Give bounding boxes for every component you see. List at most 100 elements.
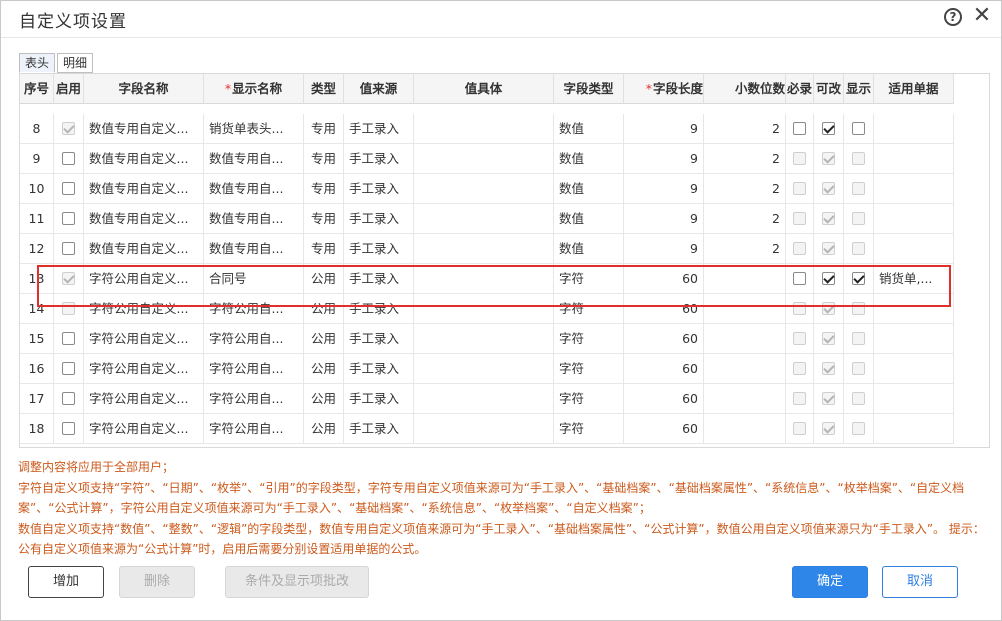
value-source-cell[interactable]: 手工录入 — [344, 204, 414, 234]
field-type-cell[interactable]: 字符 — [554, 264, 624, 294]
field-name-cell[interactable]: 数值专用自定义... — [84, 114, 204, 144]
field-type-cell[interactable]: 数值 — [554, 144, 624, 174]
value-detail-cell[interactable] — [414, 174, 554, 204]
display-name-cell[interactable]: 字符公用自... — [204, 384, 304, 414]
display-name-cell[interactable]: 数值专用自... — [204, 204, 304, 234]
applicable-docs-cell[interactable] — [874, 324, 954, 354]
field-type-cell[interactable]: 字符 — [554, 294, 624, 324]
field-name-cell[interactable]: 字符公用自定义... — [84, 264, 204, 294]
help-icon[interactable]: ? — [944, 8, 962, 26]
value-detail-cell[interactable] — [414, 144, 554, 174]
applicable-docs-cell[interactable] — [874, 174, 954, 204]
table-row[interactable]: 9 数值专用自定义... 数值专用自... 专用 手工录入 数值 9 2 — [20, 144, 954, 174]
required-checkbox[interactable] — [793, 272, 806, 285]
editable-checkbox[interactable] — [822, 122, 835, 135]
value-source-cell[interactable]: 手工录入 — [344, 324, 414, 354]
decimal-places-cell[interactable]: 2 — [704, 174, 786, 204]
decimal-places-cell[interactable] — [704, 354, 786, 384]
table-row[interactable]: 12 数值专用自定义... 数值专用自... 专用 手工录入 数值 9 2 — [20, 234, 954, 264]
enabled-checkbox[interactable] — [62, 152, 75, 165]
enabled-checkbox[interactable] — [62, 332, 75, 345]
field-name-cell[interactable]: 字符公用自定义... — [84, 324, 204, 354]
table-row[interactable]: 11 数值专用自定义... 数值专用自... 专用 手工录入 数值 9 2 — [20, 204, 954, 234]
field-type-cell[interactable]: 字符 — [554, 414, 624, 444]
applicable-docs-cell[interactable] — [874, 114, 954, 144]
value-source-cell[interactable]: 手工录入 — [344, 174, 414, 204]
field-name-cell[interactable]: 数值专用自定义... — [84, 174, 204, 204]
applicable-docs-cell[interactable] — [874, 144, 954, 174]
decimal-places-cell[interactable] — [704, 384, 786, 414]
applicable-docs-cell[interactable] — [874, 414, 954, 444]
value-source-cell[interactable]: 手工录入 — [344, 384, 414, 414]
enabled-checkbox[interactable] — [62, 422, 75, 435]
field-type-cell[interactable]: 字符 — [554, 384, 624, 414]
display-name-cell[interactable]: 数值专用自... — [204, 144, 304, 174]
value-source-cell[interactable]: 手工录入 — [344, 264, 414, 294]
field-name-cell[interactable]: 数值专用自定义... — [84, 234, 204, 264]
value-detail-cell[interactable] — [414, 354, 554, 384]
display-name-cell[interactable]: 销货单表头... — [204, 114, 304, 144]
field-length-cell[interactable]: 60 — [624, 324, 704, 354]
decimal-places-cell[interactable] — [704, 414, 786, 444]
ok-button[interactable]: 确定 — [792, 566, 868, 598]
applicable-docs-cell[interactable] — [874, 354, 954, 384]
decimal-places-cell[interactable]: 2 — [704, 144, 786, 174]
applicable-docs-cell[interactable] — [874, 384, 954, 414]
table-row[interactable]: 18 字符公用自定义... 字符公用自... 公用 手工录入 字符 60 — [20, 414, 954, 444]
field-type-cell[interactable]: 字符 — [554, 324, 624, 354]
applicable-docs-cell[interactable]: 销货单,... — [874, 264, 954, 294]
decimal-places-cell[interactable] — [704, 264, 786, 294]
visible-checkbox[interactable] — [852, 272, 865, 285]
table-row[interactable]: 13 字符公用自定义... 合同号 公用 手工录入 字符 60 销货单,... — [20, 264, 954, 294]
batch-edit-button[interactable]: 条件及显示项批改 — [225, 566, 369, 598]
decimal-places-cell[interactable]: 2 — [704, 204, 786, 234]
field-length-cell[interactable]: 9 — [624, 114, 704, 144]
cancel-button[interactable]: 取消 — [882, 566, 958, 598]
value-source-cell[interactable]: 手工录入 — [344, 294, 414, 324]
field-name-cell[interactable]: 字符公用自定义... — [84, 294, 204, 324]
field-name-cell[interactable]: 字符公用自定义... — [84, 354, 204, 384]
table-row[interactable]: 8 数值专用自定义... 销货单表头... 专用 手工录入 数值 9 2 — [20, 114, 954, 144]
table-row[interactable]: 16 字符公用自定义... 字符公用自... 公用 手工录入 字符 60 — [20, 354, 954, 384]
applicable-docs-cell[interactable] — [874, 204, 954, 234]
field-length-cell[interactable]: 60 — [624, 294, 704, 324]
delete-button[interactable]: 删除 — [119, 566, 195, 598]
enabled-checkbox[interactable] — [62, 392, 75, 405]
tab-detail[interactable]: 明细 — [57, 53, 94, 73]
display-name-cell[interactable]: 字符公用自... — [204, 294, 304, 324]
display-name-cell[interactable]: 字符公用自... — [204, 324, 304, 354]
field-length-cell[interactable]: 9 — [624, 144, 704, 174]
value-detail-cell[interactable] — [414, 234, 554, 264]
table-row[interactable]: 10 数值专用自定义... 数值专用自... 专用 手工录入 数值 9 2 — [20, 174, 954, 204]
tab-header[interactable]: 表头 — [19, 53, 56, 73]
decimal-places-cell[interactable]: 2 — [704, 114, 786, 144]
applicable-docs-cell[interactable] — [874, 294, 954, 324]
value-detail-cell[interactable] — [414, 384, 554, 414]
field-length-cell[interactable]: 60 — [624, 414, 704, 444]
field-type-cell[interactable]: 数值 — [554, 174, 624, 204]
field-name-cell[interactable]: 数值专用自定义... — [84, 204, 204, 234]
add-button[interactable]: 增加 — [28, 566, 104, 598]
close-icon[interactable]: ✕ — [971, 4, 993, 28]
value-source-cell[interactable]: 手工录入 — [344, 144, 414, 174]
display-name-cell[interactable]: 字符公用自... — [204, 414, 304, 444]
field-name-cell[interactable]: 数值专用自定义... — [84, 144, 204, 174]
field-type-cell[interactable]: 数值 — [554, 204, 624, 234]
table-row[interactable]: 15 字符公用自定义... 字符公用自... 公用 手工录入 字符 60 — [20, 324, 954, 354]
enabled-checkbox[interactable] — [62, 242, 75, 255]
display-name-cell[interactable]: 字符公用自... — [204, 354, 304, 384]
display-name-cell[interactable]: 数值专用自... — [204, 174, 304, 204]
decimal-places-cell[interactable]: 2 — [704, 234, 786, 264]
field-length-cell[interactable]: 60 — [624, 264, 704, 294]
enabled-checkbox[interactable] — [62, 182, 75, 195]
value-source-cell[interactable]: 手工录入 — [344, 354, 414, 384]
value-detail-cell[interactable] — [414, 204, 554, 234]
value-detail-cell[interactable] — [414, 414, 554, 444]
field-type-cell[interactable]: 字符 — [554, 354, 624, 384]
value-source-cell[interactable]: 手工录入 — [344, 234, 414, 264]
field-length-cell[interactable]: 9 — [624, 174, 704, 204]
decimal-places-cell[interactable] — [704, 324, 786, 354]
value-detail-cell[interactable] — [414, 264, 554, 294]
table-row[interactable]: 17 字符公用自定义... 字符公用自... 公用 手工录入 字符 60 — [20, 384, 954, 414]
value-detail-cell[interactable] — [414, 114, 554, 144]
